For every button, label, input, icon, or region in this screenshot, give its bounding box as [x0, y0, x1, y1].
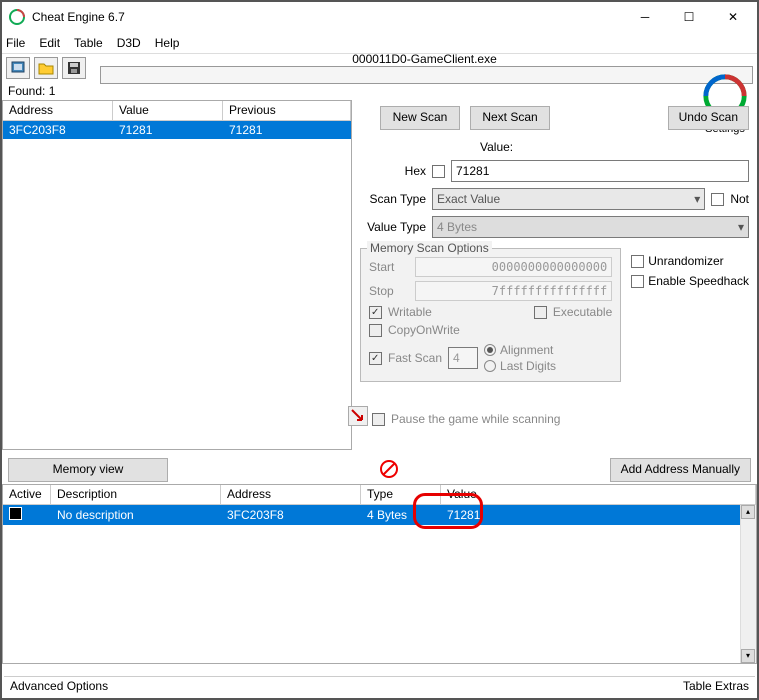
- found-count: Found: 1: [2, 82, 757, 100]
- writable-label: Writable: [388, 305, 432, 319]
- speedhack-label: Enable Speedhack: [648, 274, 749, 288]
- menu-file[interactable]: File: [6, 36, 25, 50]
- copyonwrite-checkbox: [369, 324, 382, 337]
- value-input[interactable]: [451, 160, 749, 182]
- app-icon: [8, 8, 26, 26]
- progress-bar: [100, 66, 753, 84]
- result-row[interactable]: 3FC203F8 71281 71281: [3, 121, 351, 139]
- titlebar: Cheat Engine 6.7 ─ ☐ ✕: [2, 2, 757, 32]
- result-prev: 71281: [223, 121, 351, 139]
- scroll-down-icon[interactable]: ▾: [741, 649, 755, 663]
- start-value: 0000000000000000: [415, 257, 612, 277]
- add-to-list-button[interactable]: [348, 406, 368, 426]
- scan-results-panel: Address Value Previous 3FC203F8 71281 71…: [2, 100, 352, 450]
- fast-scan-checkbox: [369, 352, 382, 365]
- col-type[interactable]: Type: [361, 485, 441, 504]
- scan-options-panel: New Scan Next Scan Undo Scan Value: Hex …: [352, 100, 757, 450]
- col-active[interactable]: Active: [3, 485, 51, 504]
- column-value[interactable]: Value: [113, 101, 223, 120]
- next-scan-button[interactable]: Next Scan: [470, 106, 550, 130]
- writable-checkbox: [369, 306, 382, 319]
- value-label: Value:: [480, 140, 513, 154]
- menubar: File Edit Table D3D Help: [2, 32, 757, 54]
- row-address: 3FC203F8: [221, 508, 361, 522]
- col-description[interactable]: Description: [51, 485, 221, 504]
- attached-process-label: 000011D0-GameClient.exe: [96, 52, 753, 66]
- maximize-button[interactable]: ☐: [667, 3, 711, 31]
- row-description: No description: [51, 508, 221, 522]
- not-label: Not: [730, 192, 749, 206]
- hex-label: Hex: [360, 164, 426, 178]
- column-previous[interactable]: Previous: [223, 101, 351, 120]
- col-address[interactable]: Address: [221, 485, 361, 504]
- minimize-button[interactable]: ─: [623, 3, 667, 31]
- memory-view-button[interactable]: Memory view: [8, 458, 168, 482]
- scan-type-select[interactable]: Exact Value: [432, 188, 705, 210]
- add-address-manually-button[interactable]: Add Address Manually: [610, 458, 751, 482]
- col-value[interactable]: Value: [441, 485, 756, 504]
- pause-label: Pause the game while scanning: [391, 412, 560, 426]
- executable-checkbox: [534, 306, 547, 319]
- open-process-button[interactable]: [6, 57, 30, 79]
- fast-scan-value: [448, 347, 478, 369]
- save-button[interactable]: [62, 57, 86, 79]
- stop-label: Stop: [369, 284, 409, 298]
- value-type-label: Value Type: [360, 220, 426, 234]
- unrandomizer-label: Unrandomizer: [648, 254, 723, 268]
- result-address: 3FC203F8: [3, 121, 113, 139]
- row-type: 4 Bytes: [361, 508, 441, 522]
- executable-label: Executable: [553, 305, 612, 319]
- hex-checkbox[interactable]: [432, 165, 445, 178]
- advanced-options-label[interactable]: Advanced Options: [10, 679, 108, 694]
- open-file-button[interactable]: [34, 57, 58, 79]
- speedhack-checkbox[interactable]: [631, 275, 644, 288]
- last-digits-radio: [484, 360, 496, 372]
- stop-icon[interactable]: [379, 459, 399, 482]
- new-scan-button[interactable]: New Scan: [380, 106, 460, 130]
- not-checkbox[interactable]: [711, 193, 724, 206]
- result-value: 71281: [113, 121, 223, 139]
- value-type-select: 4 Bytes: [432, 216, 749, 238]
- scan-type-label: Scan Type: [360, 192, 426, 206]
- menu-edit[interactable]: Edit: [39, 36, 60, 50]
- menu-d3d[interactable]: D3D: [117, 36, 141, 50]
- stop-value: 7fffffffffffffff: [415, 281, 612, 301]
- start-label: Start: [369, 260, 409, 274]
- table-row[interactable]: No description 3FC203F8 4 Bytes 71281: [3, 505, 756, 525]
- pause-checkbox: [372, 413, 385, 426]
- table-extras-label[interactable]: Table Extras: [683, 679, 749, 694]
- address-list: Active Description Address Type Value No…: [2, 484, 757, 664]
- close-button[interactable]: ✕: [711, 3, 755, 31]
- alignment-radio: [484, 344, 496, 356]
- scroll-up-icon[interactable]: ▴: [741, 505, 755, 519]
- memory-scan-options-title: Memory Scan Options: [367, 241, 492, 255]
- menu-help[interactable]: Help: [155, 36, 180, 50]
- window-title: Cheat Engine 6.7: [32, 10, 623, 24]
- scrollbar[interactable]: ▴ ▾: [740, 505, 756, 663]
- undo-scan-button[interactable]: Undo Scan: [668, 106, 749, 130]
- copyonwrite-label: CopyOnWrite: [388, 323, 460, 337]
- unrandomizer-checkbox[interactable]: [631, 255, 644, 268]
- menu-table[interactable]: Table: [74, 36, 103, 50]
- row-value: 71281: [441, 508, 756, 522]
- fast-scan-label: Fast Scan: [388, 351, 442, 365]
- active-checkbox[interactable]: [9, 507, 22, 520]
- column-address[interactable]: Address: [3, 101, 113, 120]
